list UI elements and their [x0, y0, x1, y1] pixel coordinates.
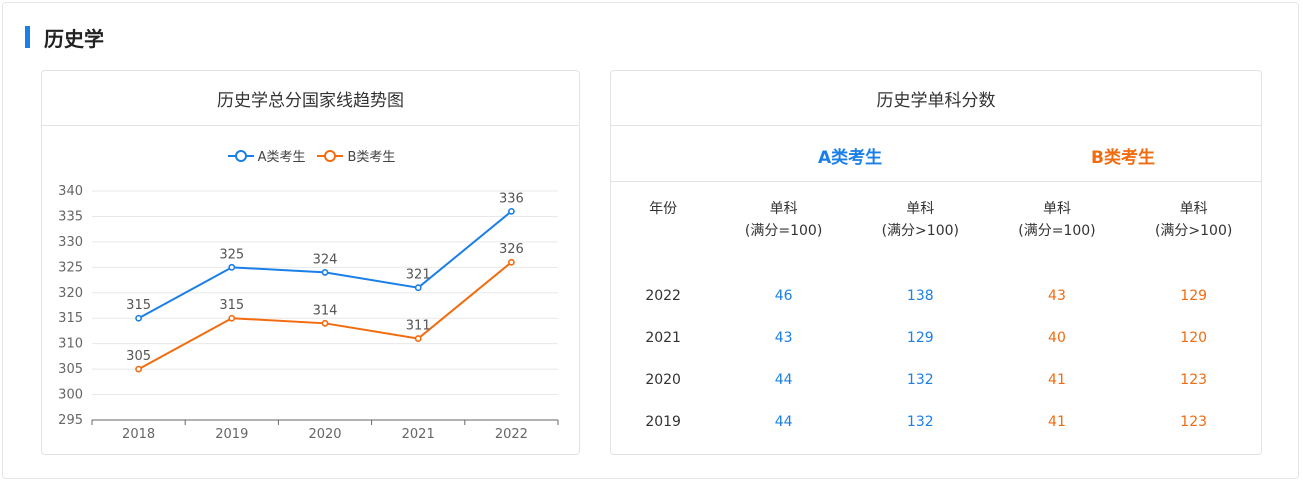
trend-chart-title: 历史学总分国家线趋势图	[42, 71, 579, 126]
data-point	[321, 319, 329, 327]
y-tick-label: 300	[58, 388, 83, 403]
column-header-text: 单科 (满分=100)	[744, 201, 823, 239]
column-header-text: 单科 (满分>100)	[1154, 201, 1233, 239]
group-a-label: A类考生	[818, 148, 883, 168]
legend-label-b: B类考生	[347, 150, 396, 165]
single-subject-card: 历史学单科分数 A类考生 B类考生 年份 单科 (满分=100) 单科 (满分>10…	[610, 70, 1262, 455]
chart-legend: A类考生 B类考生	[42, 146, 579, 165]
column-header-text: 单科 (满分=100)	[1018, 201, 1096, 239]
data-point	[135, 365, 142, 373]
table-row: 2018 43 129 40 120	[611, 443, 1261, 454]
data-label: 321	[406, 268, 431, 283]
table-row: 2019 44 132 41 123	[611, 401, 1261, 443]
score-cell: 43	[715, 443, 852, 454]
year-cell: 2022	[645, 288, 681, 304]
data-point	[321, 269, 329, 276]
year-cell: 2020	[645, 372, 681, 388]
data-label: 315	[219, 298, 244, 313]
y-tick-label: 335	[58, 209, 83, 224]
data-label: 325	[219, 247, 244, 262]
data-label: 336	[499, 191, 524, 206]
section-accent-bar	[25, 26, 30, 48]
data-label: 311	[406, 319, 431, 334]
column-header: 年份	[649, 201, 678, 217]
score-cell: 129	[852, 443, 989, 454]
score-cell: 41	[1048, 414, 1066, 430]
y-tick-label: 340	[58, 184, 83, 199]
score-cell: 40	[1048, 330, 1066, 346]
year-cell: 2018	[611, 443, 715, 454]
year-cell: 2019	[645, 414, 681, 430]
legend-line-circle-icon	[227, 149, 254, 163]
score-cell: 129	[906, 330, 934, 346]
y-tick-label: 305	[58, 362, 83, 377]
score-cell: 129	[1180, 288, 1208, 304]
data-label: 315	[126, 298, 151, 313]
y-tick-label: 320	[58, 286, 83, 301]
table-row: 2020 44 132 41 123	[611, 359, 1261, 401]
x-tick-label: 2018	[122, 427, 155, 442]
section-heading: 历史学	[25, 23, 104, 51]
y-tick-label: 295	[58, 413, 83, 428]
score-table: 年份 单科 (满分=100) 单科 (满分>100) 单科 (满分=100) 单科 (满…	[611, 182, 1261, 454]
score-cell: 46	[774, 288, 793, 304]
column-header: 单科 (满分=100)	[715, 182, 852, 275]
data-point	[228, 263, 236, 271]
x-tick-label: 2022	[495, 427, 528, 442]
score-cell: 123	[1180, 414, 1208, 430]
year-cell: 2021	[645, 330, 681, 346]
score-cell: 44	[774, 414, 793, 430]
data-label: 305	[126, 349, 151, 364]
x-tick-label: 2021	[402, 427, 435, 442]
score-cell: 123	[1180, 372, 1208, 388]
x-tick-label: 2020	[308, 427, 341, 442]
trend-chart-card: 历史学总分国家线趋势图 295 300 305 310 315 320 325 330 335 3…	[41, 70, 580, 455]
table-row: 2021 43 129 40 120	[611, 317, 1261, 359]
score-cell: 44	[774, 372, 793, 388]
section-title: 历史学	[44, 26, 104, 51]
y-tick-label: 325	[58, 260, 83, 275]
data-point	[228, 314, 236, 322]
data-point	[135, 314, 142, 322]
data-point	[507, 207, 515, 215]
x-tick-label: 2019	[215, 427, 248, 442]
chart-area: 295 300 305 310 315 320 325 330 335 340 2018 2019 20…	[42, 126, 579, 454]
score-cell: 43	[774, 330, 793, 346]
single-subject-title: 历史学单科分数	[611, 71, 1261, 126]
legend-item-b[interactable]: B类考生	[317, 146, 395, 165]
data-point	[507, 258, 515, 266]
y-tick-label: 330	[58, 235, 83, 250]
score-cell: 120	[1180, 330, 1208, 346]
score-cell: 132	[906, 372, 934, 388]
column-header: 单科 (满分=100)	[989, 182, 1126, 275]
group-header-row: A类考生 B类考生	[611, 126, 1261, 182]
y-tick-label: 315	[58, 311, 83, 326]
table-header-row: 年份 单科 (满分=100) 单科 (满分>100) 单科 (满分=100) 单科 (满…	[611, 182, 1261, 275]
line-chart: 295 300 305 310 315 320 325 330 335 340 2018 2019 20…	[58, 184, 559, 442]
data-point	[414, 284, 422, 292]
score-cell: 138	[906, 288, 934, 304]
page-panel: 历史学 历史学总分国家线趋势图 295 300 305 310 315 320 325 330…	[2, 2, 1299, 479]
data-label: 314	[313, 303, 338, 318]
legend-label-a: A类考生	[257, 150, 306, 165]
data-label: 324	[313, 252, 338, 267]
score-cell: 40	[989, 443, 1126, 454]
score-cell: 120	[1125, 443, 1261, 454]
score-cell: 41	[1048, 372, 1066, 388]
group-b-label: B类考生	[1091, 148, 1155, 168]
legend-line-circle-icon	[317, 149, 344, 163]
data-label: 326	[499, 242, 524, 257]
score-cell: 132	[906, 414, 934, 430]
data-point	[414, 335, 422, 342]
column-header-text: 单科 (满分>100)	[881, 201, 959, 239]
y-tick-label: 310	[58, 337, 83, 352]
table-row: 2022 46 138 43 129	[611, 275, 1261, 317]
legend-item-a[interactable]: A类考生	[227, 146, 306, 165]
column-header: 单科 (满分>100)	[1125, 182, 1261, 275]
score-cell: 43	[1048, 288, 1066, 304]
column-header: 单科 (满分>100)	[852, 182, 989, 275]
